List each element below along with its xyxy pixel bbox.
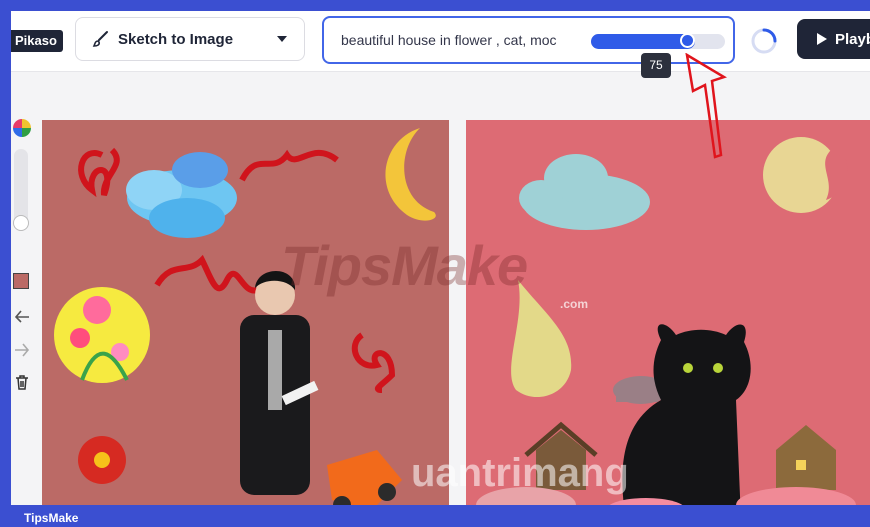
color-wheel-icon[interactable]: [13, 119, 31, 137]
prompt-input[interactable]: beautiful house in flower , cat, moc: [322, 16, 735, 64]
generated-artwork: [476, 137, 856, 505]
red-arrow-annotation: [685, 53, 727, 159]
brush-size-slider[interactable]: [13, 149, 29, 231]
footer-brand: TipsMake: [0, 509, 870, 527]
play-icon: [817, 33, 827, 45]
watermark-domain: .com: [560, 297, 589, 311]
undo-icon[interactable]: [13, 305, 31, 323]
top-toolbar: Pikaso Sketch to Image beautiful house i…: [11, 11, 870, 78]
strength-tooltip: 75: [641, 53, 671, 78]
quantrimang-watermark: uantrimang: [411, 451, 629, 495]
play-label: Playb: [835, 30, 870, 48]
strength-slider-thumb[interactable]: [680, 33, 695, 48]
sketch-canvas[interactable]: [42, 120, 449, 505]
chevron-down-icon: [277, 36, 287, 42]
prompt-text[interactable]: beautiful house in flower , cat, moc: [341, 32, 577, 52]
app-window: Pikaso Sketch to Image beautiful house i…: [11, 11, 870, 505]
left-toolbar: [11, 119, 33, 399]
mode-dropdown[interactable]: Sketch to Image: [75, 17, 305, 61]
tipsmake-watermark: TipsMake: [281, 234, 528, 297]
play-button[interactable]: Playb: [797, 19, 870, 59]
redo-icon[interactable]: [13, 341, 31, 359]
color-swatch[interactable]: [13, 273, 29, 289]
loading-spinner-icon: [751, 28, 777, 54]
strength-slider[interactable]: [591, 33, 725, 49]
brush-icon: [92, 31, 108, 47]
trash-icon[interactable]: [13, 373, 31, 391]
generated-image: [466, 120, 870, 505]
app-logo: Pikaso: [11, 30, 63, 52]
sketch-drawing: [54, 128, 436, 505]
brush-size-thumb[interactable]: [13, 215, 29, 231]
mode-label: Sketch to Image: [118, 30, 234, 48]
